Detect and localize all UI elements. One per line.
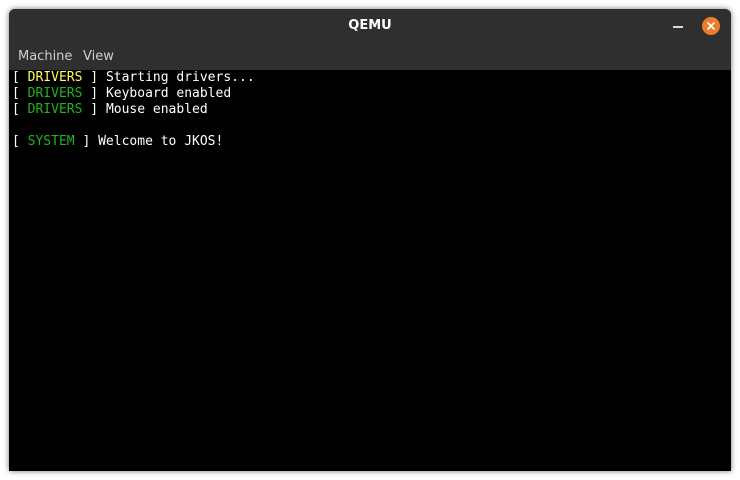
bracket-open: [ [12, 70, 28, 85]
bracket-close: ] [82, 86, 106, 101]
menu-machine[interactable]: Machine [18, 43, 72, 70]
bracket-open: [ [12, 86, 28, 101]
minimize-icon [673, 26, 683, 28]
vm-display[interactable]: [ DRIVERS ] Starting drivers... [ DRIVER… [9, 70, 731, 471]
console-line: [ DRIVERS ] Keyboard enabled [12, 86, 231, 102]
console-line: [ DRIVERS ] Mouse enabled [12, 102, 208, 118]
close-icon [706, 21, 716, 31]
menu-bar: Machine View [9, 43, 731, 70]
log-tag: SYSTEM [27, 134, 75, 149]
bracket-close: ] [74, 134, 99, 149]
log-message: Starting drivers... [105, 70, 255, 85]
bracket-open: [ [12, 134, 28, 149]
minimize-button[interactable] [669, 17, 687, 35]
log-message: Welcome to JKOS! [98, 134, 224, 149]
bracket-open: [ [12, 102, 28, 117]
log-tag: DRIVERS [27, 102, 83, 117]
log-message: Mouse enabled [105, 102, 208, 117]
log-tag: DRIVERS [27, 86, 83, 101]
bracket-close: ] [82, 102, 106, 117]
menu-view[interactable]: View [83, 43, 114, 70]
log-message: Keyboard enabled [105, 86, 232, 101]
close-button[interactable] [702, 17, 720, 35]
bracket-close: ] [82, 70, 106, 85]
console-line: [ SYSTEM ] Welcome to JKOS! [12, 134, 223, 150]
title-bar[interactable]: QEMU [9, 9, 731, 43]
log-tag: DRIVERS [27, 70, 83, 85]
qemu-window: QEMU Machine View [ DRIVERS ] Starting d… [9, 9, 731, 471]
console-line: [ DRIVERS ] Starting drivers... [12, 70, 255, 86]
window-title: QEMU [348, 18, 392, 33]
